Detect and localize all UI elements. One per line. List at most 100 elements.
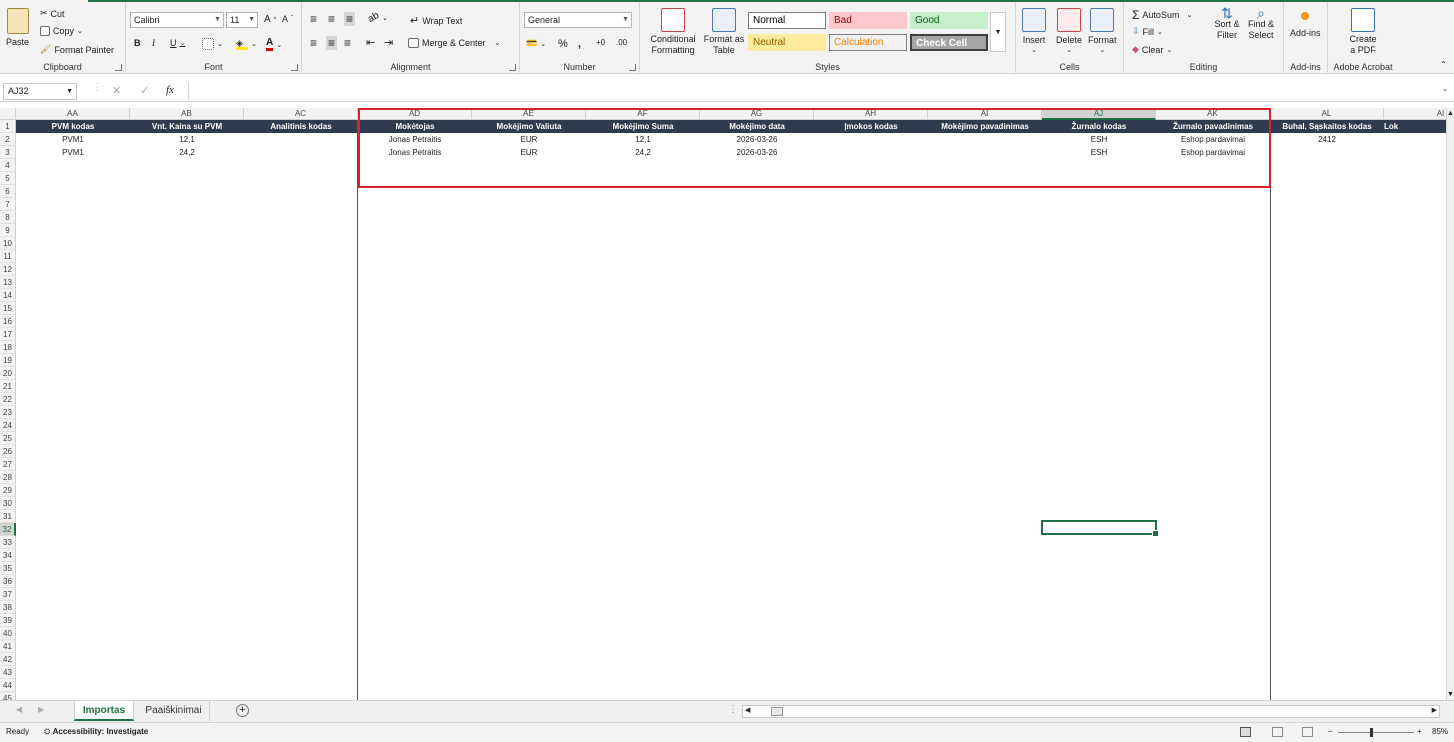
header-cell[interactable]: Buhal. Sąskaitos kodas bbox=[1270, 120, 1384, 133]
select-all-corner[interactable] bbox=[0, 108, 16, 120]
styles-more-button[interactable]: ▼ bbox=[990, 12, 1006, 52]
row-header[interactable]: 28 bbox=[0, 471, 16, 484]
column-header[interactable]: AC bbox=[244, 108, 358, 120]
borders-button[interactable]: ⌄ bbox=[202, 38, 223, 50]
page-layout-icon[interactable] bbox=[1272, 727, 1283, 737]
row-header[interactable]: 35 bbox=[0, 562, 16, 575]
sort-filter-button[interactable]: ⇅ Sort & Filter bbox=[1210, 6, 1244, 41]
format-painter-button[interactable]: 🖌 Format Painter bbox=[40, 44, 114, 55]
accounting-format-button[interactable]: 💳 ⌄ bbox=[526, 38, 546, 49]
row-header[interactable]: 42 bbox=[0, 653, 16, 666]
wrap-text-button[interactable]: ↵ Wrap Text bbox=[410, 14, 462, 27]
row-header[interactable]: 37 bbox=[0, 588, 16, 601]
row-header[interactable]: 33 bbox=[0, 536, 16, 549]
active-cell[interactable] bbox=[1041, 520, 1159, 537]
orientation-button[interactable]: ab ⌄ bbox=[366, 10, 388, 25]
prev-sheet-icon[interactable]: ◀ bbox=[16, 705, 22, 714]
align-bottom-button[interactable]: ≡ bbox=[344, 12, 356, 26]
normal-view-icon[interactable] bbox=[1240, 727, 1251, 737]
row-header[interactable]: 22 bbox=[0, 393, 16, 406]
table-cell[interactable]: 2412 bbox=[1270, 133, 1384, 146]
align-left-button[interactable]: ≡ bbox=[310, 36, 317, 50]
table-cell[interactable]: 24,2 bbox=[130, 146, 244, 159]
zoom-in-icon[interactable]: + bbox=[1417, 723, 1422, 741]
row-header[interactable]: 29 bbox=[0, 484, 16, 497]
format-button[interactable]: Format ⌄ bbox=[1088, 8, 1117, 54]
increase-font-button[interactable]: A ^ bbox=[264, 14, 277, 25]
horizontal-scroll-thumb[interactable] bbox=[771, 707, 783, 716]
row-header[interactable]: 18 bbox=[0, 341, 16, 354]
decrease-indent-button[interactable]: ⇤ bbox=[366, 36, 375, 49]
fill-color-button[interactable]: ◈ ⌄ bbox=[236, 38, 257, 50]
row-header[interactable]: 30 bbox=[0, 497, 16, 510]
scroll-down-icon[interactable]: ▼ bbox=[1447, 691, 1454, 698]
row-header[interactable]: 5 bbox=[0, 172, 16, 185]
sheet-tab-importas[interactable]: Importas bbox=[74, 701, 134, 721]
clipboard-launcher[interactable] bbox=[115, 64, 122, 71]
fill-button[interactable]: ⇩ Fill ⌄ bbox=[1132, 26, 1163, 37]
autosum-button[interactable]: Σ AutoSum ⌄ bbox=[1132, 8, 1192, 22]
row-header[interactable]: 19 bbox=[0, 354, 16, 367]
insert-function-icon[interactable]: fx bbox=[166, 84, 174, 96]
header-cell[interactable]: Analitinis kodas bbox=[244, 120, 358, 133]
row-header[interactable]: 23 bbox=[0, 406, 16, 419]
row-header[interactable]: 13 bbox=[0, 276, 16, 289]
table-cell[interactable]: PVM1 bbox=[16, 146, 130, 159]
font-name-select[interactable]: Calibri ▼ bbox=[130, 12, 224, 28]
number-launcher[interactable] bbox=[629, 64, 636, 71]
table-cell[interactable]: 12,1 bbox=[130, 133, 244, 146]
align-center-button[interactable]: ≡ bbox=[326, 36, 338, 50]
align-middle-button[interactable]: ≡ bbox=[328, 12, 335, 26]
row-header[interactable]: 1 bbox=[0, 120, 16, 133]
align-top-button[interactable]: ≡ bbox=[310, 12, 317, 26]
zoom-slider-thumb[interactable] bbox=[1370, 728, 1373, 737]
decrease-font-button[interactable]: Aˇ bbox=[282, 14, 293, 24]
formula-input[interactable] bbox=[188, 82, 1438, 100]
style-neutral[interactable]: Neutral bbox=[748, 34, 826, 51]
next-sheet-icon[interactable]: ▶ bbox=[38, 705, 44, 714]
increase-decimal-button[interactable]: +0 bbox=[596, 38, 605, 47]
delete-button[interactable]: Delete ⌄ bbox=[1056, 8, 1082, 54]
row-header[interactable]: 45 bbox=[0, 692, 16, 700]
decrease-decimal-button[interactable]: .00 bbox=[616, 38, 627, 47]
table-cell[interactable] bbox=[244, 133, 358, 146]
style-calculation[interactable]: Calculation bbox=[829, 34, 907, 51]
align-right-button[interactable]: ≡ bbox=[344, 36, 351, 50]
table-cell[interactable] bbox=[1384, 146, 1446, 159]
worksheet-grid[interactable]: AA AB AC AD AE AF AG AH AI AJ AK AL AI 1 2 3 4 5 6 7 8 9 10 11… bbox=[0, 108, 1446, 700]
row-header[interactable]: 26 bbox=[0, 445, 16, 458]
row-header[interactable]: 12 bbox=[0, 263, 16, 276]
clear-button[interactable]: ◆ Clear ⌄ bbox=[1132, 44, 1172, 55]
row-header[interactable]: 39 bbox=[0, 614, 16, 627]
row-header[interactable]: 32 bbox=[0, 523, 16, 536]
addins-button[interactable]: Add-ins bbox=[1290, 12, 1321, 38]
column-header[interactable]: AL bbox=[1270, 108, 1384, 120]
find-select-button[interactable]: ⌕ Find & Select bbox=[1244, 6, 1278, 41]
row-header[interactable]: 40 bbox=[0, 627, 16, 640]
header-cell[interactable]: Lok bbox=[1384, 120, 1446, 133]
row-header[interactable]: 11 bbox=[0, 250, 16, 263]
style-good[interactable]: Good bbox=[910, 12, 988, 29]
row-header[interactable]: 8 bbox=[0, 211, 16, 224]
zoom-out-icon[interactable]: − bbox=[1328, 723, 1333, 741]
row-header[interactable]: 2 bbox=[0, 133, 16, 146]
accessibility-status[interactable]: ⛭ Accessibility: Investigate bbox=[44, 723, 148, 741]
scroll-up-icon[interactable]: ▲ bbox=[1447, 110, 1454, 117]
row-header[interactable]: 10 bbox=[0, 237, 16, 250]
column-header[interactable]: AI bbox=[1384, 108, 1446, 120]
add-sheet-icon[interactable]: + bbox=[236, 704, 249, 717]
row-header[interactable]: 38 bbox=[0, 601, 16, 614]
zoom-slider[interactable] bbox=[1338, 728, 1414, 737]
row-header[interactable]: 16 bbox=[0, 315, 16, 328]
font-size-select[interactable]: 11 ▼ bbox=[226, 12, 258, 28]
row-header[interactable]: 43 bbox=[0, 666, 16, 679]
table-cell[interactable] bbox=[1384, 133, 1446, 146]
comma-button[interactable]: , bbox=[578, 38, 581, 50]
scroll-right-icon[interactable]: ▶ bbox=[1432, 706, 1437, 714]
merge-center-button[interactable]: Merge & Center ⌄ bbox=[408, 38, 500, 48]
table-cell[interactable] bbox=[244, 146, 358, 159]
alignment-launcher[interactable] bbox=[509, 64, 516, 71]
paste-button[interactable]: Paste bbox=[6, 8, 29, 47]
row-header[interactable]: 9 bbox=[0, 224, 16, 237]
header-cell[interactable]: Vnt. Kaina su PVM bbox=[130, 120, 244, 133]
